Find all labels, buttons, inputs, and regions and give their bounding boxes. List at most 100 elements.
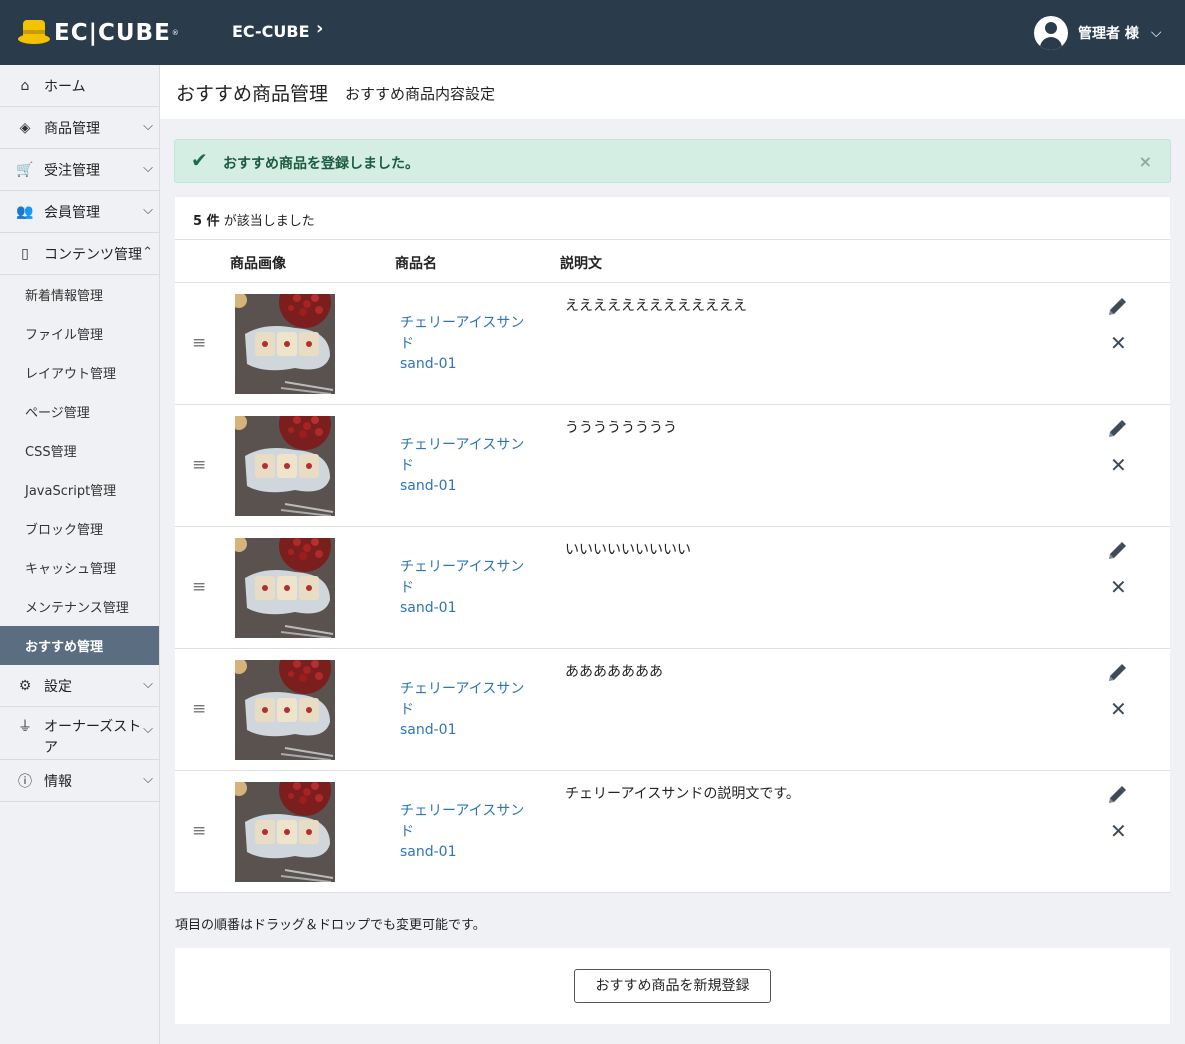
table-header: 商品画像 商品名 説明文: [175, 239, 1170, 283]
sidebar-sub-layout[interactable]: レイアウト管理: [0, 353, 159, 392]
cart-icon: 🛒: [16, 161, 34, 178]
drag-handle-icon[interactable]: ≡: [192, 821, 206, 841]
close-icon[interactable]: ✕: [1110, 576, 1127, 598]
sidebar-sub-files[interactable]: ファイル管理: [0, 314, 159, 353]
close-icon[interactable]: ✕: [1110, 820, 1127, 842]
sidebar-sub-recommend[interactable]: おすすめ管理: [0, 626, 159, 665]
check-icon: ✔: [191, 148, 208, 172]
page-title: おすすめ商品管理: [176, 83, 329, 105]
logo-registered-mark: ®: [171, 29, 179, 37]
sidebar-sub-cache[interactable]: キャッシュ管理: [0, 548, 159, 587]
drag-handle-icon[interactable]: ≡: [192, 333, 206, 353]
close-icon[interactable]: ✕: [1110, 698, 1127, 720]
page-subtitle: おすすめ商品内容設定: [345, 85, 496, 103]
product-description: あああああああ: [565, 664, 663, 680]
sidebar-item-label: ホーム: [44, 78, 86, 95]
sidebar-sub-css[interactable]: CSS管理: [0, 431, 159, 470]
table-row[interactable]: ≡ チェリーアイスサンド sand-01 うううううううう ✕: [175, 405, 1170, 527]
recommend-list-card: 5 件 が該当しました 商品画像 商品名 説明文 ≡ チェリーアイスサンド sa…: [175, 197, 1170, 893]
sidebar-item-settings[interactable]: ⚙ 設定 ⌵: [0, 665, 159, 707]
table-row[interactable]: ≡ チェリーアイスサンド sand-01 いいいいいいいいい ✕: [175, 527, 1170, 649]
add-recommend-button[interactable]: おすすめ商品を新規登録: [574, 969, 771, 1003]
product-image: [235, 782, 335, 882]
sidebar-sub-blocks[interactable]: ブロック管理: [0, 509, 159, 548]
product-image: [235, 416, 335, 516]
sidebar-item-label: 設定: [44, 678, 72, 695]
success-alert: ✔ おすすめ商品を登録しました。 ×: [174, 139, 1171, 183]
sidebar-sub-news[interactable]: 新着情報管理: [0, 275, 159, 314]
user-menu[interactable]: 管理者 様 ⌵: [1034, 16, 1162, 50]
drag-handle-icon[interactable]: ≡: [192, 699, 206, 719]
gear-icon: ⚙: [18, 677, 32, 694]
chevron-down-icon: ⌵: [143, 161, 153, 176]
sidebar-item-label: 情報: [44, 773, 72, 790]
pencil-icon[interactable]: [1105, 785, 1127, 807]
product-code-link[interactable]: sand-01: [400, 600, 457, 616]
table-row[interactable]: ≡ チェリーアイスサンド sand-01 えええええええええええええ ✕: [175, 283, 1170, 405]
sidebar-item-products[interactable]: ◈ 商品管理 ⌵: [0, 107, 159, 149]
cube-icon: ◈: [19, 119, 31, 136]
sidebar-item-label: 商品管理: [44, 120, 100, 137]
home-icon: ⌂: [20, 77, 30, 94]
close-icon[interactable]: ✕: [1110, 454, 1127, 476]
logo-hat-icon: [18, 18, 50, 48]
sidebar-item-customers[interactable]: 👥 会員管理 ⌵: [0, 191, 159, 233]
pencil-icon[interactable]: [1105, 663, 1127, 685]
sidebar-item-home[interactable]: ⌂ ホーム: [0, 65, 159, 107]
sidebar-sub-pages[interactable]: ページ管理: [0, 392, 159, 431]
product-name-link[interactable]: チェリーアイスサンド: [400, 313, 530, 355]
close-icon[interactable]: ✕: [1110, 332, 1127, 354]
sidebar-sub-javascript[interactable]: JavaScript管理: [0, 470, 159, 509]
chevron-down-icon: ⌵: [143, 722, 153, 737]
footer-card: おすすめ商品を新規登録: [175, 948, 1170, 1024]
pencil-icon[interactable]: [1105, 541, 1127, 563]
sidebar-item-info[interactable]: ⓘ 情報 ⌵: [0, 760, 159, 802]
chevron-down-icon: ⌵: [143, 203, 153, 218]
drag-drop-note: 項目の順番はドラッグ＆ドロップでも変更可能です。: [175, 918, 486, 933]
sidebar-item-orders[interactable]: 🛒 受注管理 ⌵: [0, 149, 159, 191]
product-name-link[interactable]: チェリーアイスサンド: [400, 435, 530, 477]
product-name-link[interactable]: チェリーアイスサンド: [400, 801, 530, 843]
page-title-bar: おすすめ商品管理 おすすめ商品内容設定: [160, 65, 1185, 119]
sidebar-sub-maintenance[interactable]: メンテナンス管理: [0, 587, 159, 626]
shop-name-link[interactable]: EC-CUBE: [232, 22, 310, 41]
product-code-link[interactable]: sand-01: [400, 722, 457, 738]
user-name: 管理者 様: [1078, 26, 1139, 42]
product-code-link[interactable]: sand-01: [400, 356, 457, 372]
chevron-right-icon[interactable]: ›: [316, 18, 323, 39]
product-description: えええええええええええええ: [565, 298, 747, 314]
sidebar-item-label: コンテンツ管理: [44, 246, 142, 263]
close-icon[interactable]: ×: [1139, 152, 1152, 171]
product-name-link[interactable]: チェリーアイスサンド: [400, 557, 530, 599]
drag-handle-icon[interactable]: ≡: [192, 455, 206, 475]
product-image: [235, 294, 335, 394]
table-row[interactable]: ≡ チェリーアイスサンド sand-01 チェリーアイスサンドの説明文です。 ✕: [175, 771, 1170, 893]
chevron-up-icon: ⌃: [142, 245, 153, 260]
sidebar-item-label: 会員管理: [44, 204, 100, 221]
chevron-down-icon: ⌵: [143, 119, 153, 134]
table-row[interactable]: ≡ チェリーアイスサンド sand-01 あああああああ ✕: [175, 649, 1170, 771]
sidebar-item-label: オーナーズストア: [44, 719, 142, 756]
chevron-down-icon: ⌵: [143, 677, 153, 692]
chevron-down-icon: ⌵: [1150, 25, 1162, 41]
column-header-image: 商品画像: [230, 256, 286, 272]
pencil-icon[interactable]: [1105, 297, 1127, 319]
alert-message: おすすめ商品を登録しました。: [223, 156, 419, 172]
sidebar-item-content[interactable]: ▯ コンテンツ管理 ⌃: [0, 233, 159, 275]
result-count: 5 件 が該当しました: [193, 214, 315, 229]
ec-cube-logo[interactable]: EC|CUBE ®: [18, 18, 179, 48]
sidebar: ⌂ ホーム ◈ 商品管理 ⌵ 🛒 受注管理 ⌵ 👥 会員管理 ⌵ ▯ コンテンツ…: [0, 65, 160, 1044]
product-description: チェリーアイスサンドの説明文です。: [565, 786, 800, 802]
info-icon: ⓘ: [18, 773, 32, 790]
users-icon: 👥: [16, 203, 34, 220]
product-code-link[interactable]: sand-01: [400, 478, 457, 494]
column-header-description: 説明文: [560, 256, 602, 272]
plug-icon: ⏚: [18, 719, 32, 735]
drag-handle-icon[interactable]: ≡: [192, 577, 206, 597]
chevron-down-icon: ⌵: [143, 772, 153, 787]
sidebar-item-owners-store[interactable]: ⏚ オーナーズストア ⌵: [0, 707, 159, 760]
top-header: EC|CUBE ® EC-CUBE › 管理者 様 ⌵: [0, 0, 1185, 65]
product-name-link[interactable]: チェリーアイスサンド: [400, 679, 530, 721]
product-code-link[interactable]: sand-01: [400, 844, 457, 860]
pencil-icon[interactable]: [1105, 419, 1127, 441]
